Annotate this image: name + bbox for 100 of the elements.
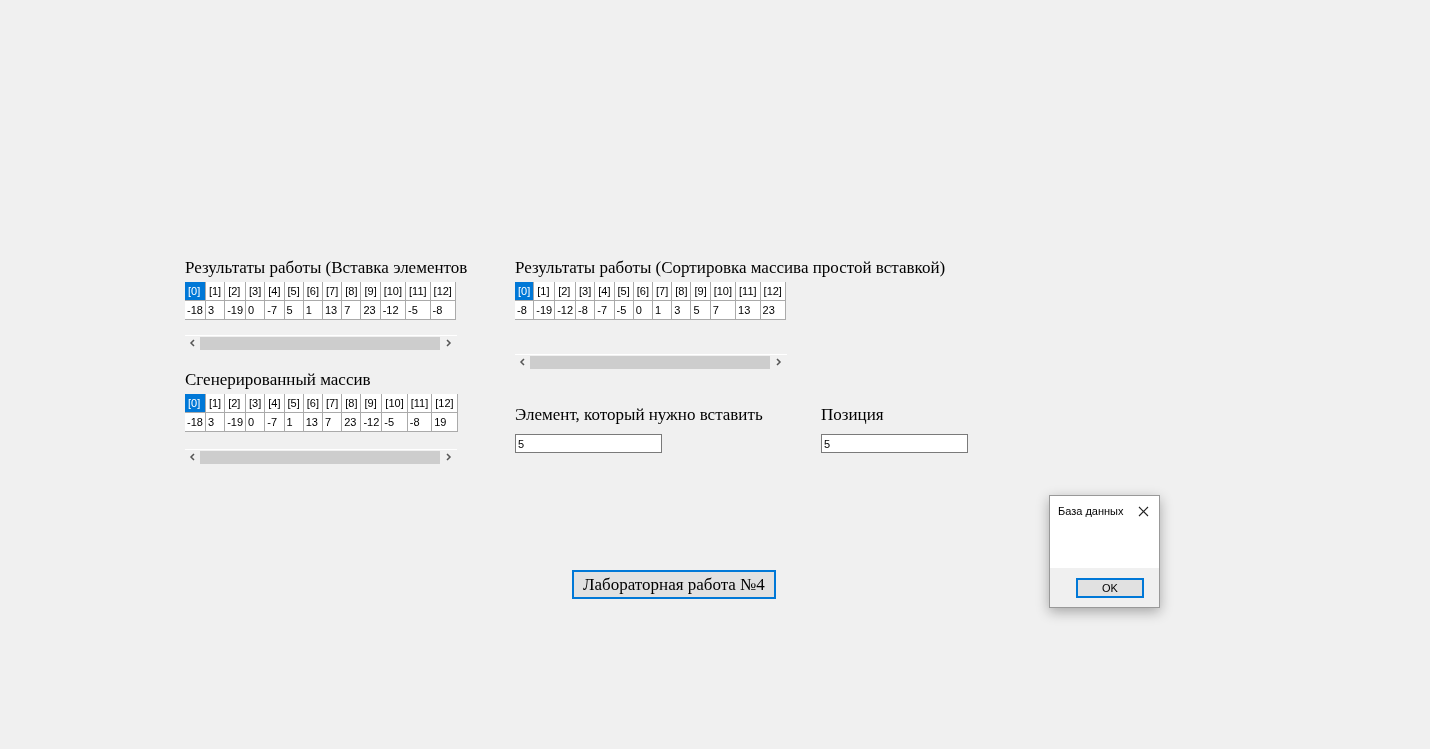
column-header[interactable]: [10] [380, 282, 406, 301]
array-grid[interactable]: [0] -18 [1] 3 [2] -19 [3] 0 [4] -7 [5] 5 [6] 1 [7] 13 [8] 7 [9] 23 [10] -12 [11] -5 [12] -8 [185, 282, 456, 320]
column-header[interactable]: [4] [595, 282, 614, 301]
column-header[interactable]: [6] [303, 282, 322, 301]
column-header[interactable]: [9] [691, 282, 710, 301]
table-cell-text: 1 [285, 415, 294, 430]
column-header[interactable]: [11] [406, 282, 430, 301]
table-cell-text: 13 [737, 303, 752, 318]
column-header[interactable]: [9] [361, 282, 380, 301]
array-grid[interactable]: [0] -18 [1] 3 [2] -19 [3] 0 [4] -7 [5] 1 [6] 13 [7] 7 [8] 23 [9] -12 [10] -5 [11] -8 [12] 19 [185, 394, 458, 432]
column-header[interactable]: [4] [265, 282, 284, 301]
column-header[interactable]: [8] [672, 282, 691, 301]
array-grid[interactable]: [0] -8 [1] -19 [2] -12 [3] -8 [4] -7 [5] -5 [6] 0 [7] 1 [8] 3 [9] 5 [10] 7 [11] 13 [12] 23 [515, 282, 786, 320]
column-header[interactable]: [3] [576, 282, 595, 301]
column-header[interactable]: [10] [710, 282, 736, 301]
table-cell-text: -12 [362, 415, 381, 430]
column-header[interactable]: [4] [265, 394, 284, 413]
table-cell-text: -8 [408, 415, 421, 430]
ok-button[interactable]: OK [1076, 577, 1144, 598]
column-header[interactable]: [7] [323, 394, 342, 413]
table-cell-text: -8 [431, 303, 444, 318]
column-header[interactable]: [2] [225, 394, 246, 413]
column-header[interactable]: [10] [382, 394, 407, 413]
input-field[interactable]: 5 [821, 434, 968, 453]
scroll-right-icon[interactable] [445, 339, 452, 347]
table-cell-text: 3 [673, 303, 682, 318]
table-cell-text: -12 [381, 303, 400, 318]
column-header[interactable]: [12] [432, 394, 457, 413]
table-cell-text: 1 [654, 303, 663, 318]
scroll-left-icon[interactable] [189, 339, 196, 347]
column-header[interactable]: [11] [736, 282, 760, 301]
lab-work-button[interactable]: Лабораторная работа №4 [572, 570, 776, 599]
table-cell-text: -5 [615, 303, 628, 318]
table-cell-text: 23 [761, 303, 776, 318]
column-header[interactable]: [1] [205, 394, 225, 413]
table-cell-text: -12 [556, 303, 575, 318]
section-title: Результаты работы (Вставка элементов [185, 258, 469, 278]
table-cell-text: 23 [362, 303, 377, 318]
column-header[interactable]: [6] [633, 282, 652, 301]
table-cell-text: 0 [634, 303, 643, 318]
table-cell-text: -19 [535, 303, 554, 318]
table-cell-text: -5 [383, 415, 396, 430]
column-header[interactable]: [6] [303, 394, 322, 413]
column-header[interactable]: [0] [515, 282, 534, 301]
column-header[interactable]: [5] [284, 282, 303, 301]
table-cell-text: -19 [226, 303, 245, 318]
table-cell-text: 1 [304, 303, 313, 318]
table-cell-text: 3 [206, 415, 216, 430]
column-header[interactable]: [9] [361, 394, 382, 413]
table-cell-text: 13 [304, 415, 319, 430]
scrollbar-thumb[interactable] [200, 336, 440, 350]
column-header[interactable]: [7] [323, 282, 342, 301]
scrollbar-thumb[interactable] [200, 450, 440, 464]
column-header[interactable]: [0] [185, 282, 205, 301]
table-cell-text: 0 [247, 303, 256, 318]
dialog-title: База данных [1058, 504, 1124, 519]
column-header[interactable]: [7] [653, 282, 672, 301]
section-title: Результаты работы (Сортировка массива простой вставкой) [515, 258, 947, 278]
column-header[interactable]: [8] [342, 394, 361, 413]
table-cell-text: -18 [186, 303, 204, 318]
field-label: Элемент, который нужно вставить [515, 405, 764, 425]
table-cell-text: 5 [285, 303, 294, 318]
column-header[interactable]: [8] [342, 282, 361, 301]
column-header[interactable]: [5] [284, 394, 303, 413]
column-header[interactable]: [2] [225, 282, 246, 301]
table-cell-text: -18 [186, 415, 204, 430]
table-cell-text: -7 [596, 303, 609, 318]
column-header[interactable]: [5] [614, 282, 633, 301]
scroll-right-icon[interactable] [775, 358, 782, 366]
table-cell-text: 7 [343, 303, 352, 318]
input-field[interactable]: 5 [515, 434, 662, 453]
scrollbar-thumb[interactable] [530, 355, 770, 369]
table-cell-text: 13 [324, 303, 339, 318]
table-cell-text: 3 [206, 303, 216, 318]
field-label: Позиция [821, 405, 885, 425]
table-cell-text: -19 [226, 415, 245, 430]
column-header[interactable]: [2] [555, 282, 576, 301]
table-cell-text: 5 [692, 303, 701, 318]
table-cell-text: 7 [324, 415, 333, 430]
table-cell-text: -7 [266, 415, 279, 430]
column-header[interactable]: [12] [760, 282, 785, 301]
column-header[interactable]: [0] [185, 394, 205, 413]
column-header[interactable]: [11] [407, 394, 432, 413]
column-header[interactable]: [3] [246, 282, 265, 301]
column-header[interactable]: [1] [534, 282, 555, 301]
column-header[interactable]: [1] [205, 282, 225, 301]
table-cell-text: 0 [247, 415, 256, 430]
scroll-left-icon[interactable] [519, 358, 526, 366]
table-cell-text: -7 [266, 303, 279, 318]
table-cell-text: -5 [407, 303, 419, 318]
section-title: Сгенерированный массив [185, 370, 372, 390]
scroll-left-icon[interactable] [189, 453, 196, 461]
column-header[interactable]: [3] [246, 394, 265, 413]
column-header[interactable]: [12] [430, 282, 455, 301]
table-cell-text: 23 [343, 415, 358, 430]
scroll-right-icon[interactable] [445, 453, 452, 461]
table-cell-text: 19 [433, 415, 448, 430]
close-icon[interactable] [1138, 505, 1149, 517]
table-cell-text: 7 [711, 303, 720, 318]
table-cell-text: -8 [577, 303, 589, 318]
